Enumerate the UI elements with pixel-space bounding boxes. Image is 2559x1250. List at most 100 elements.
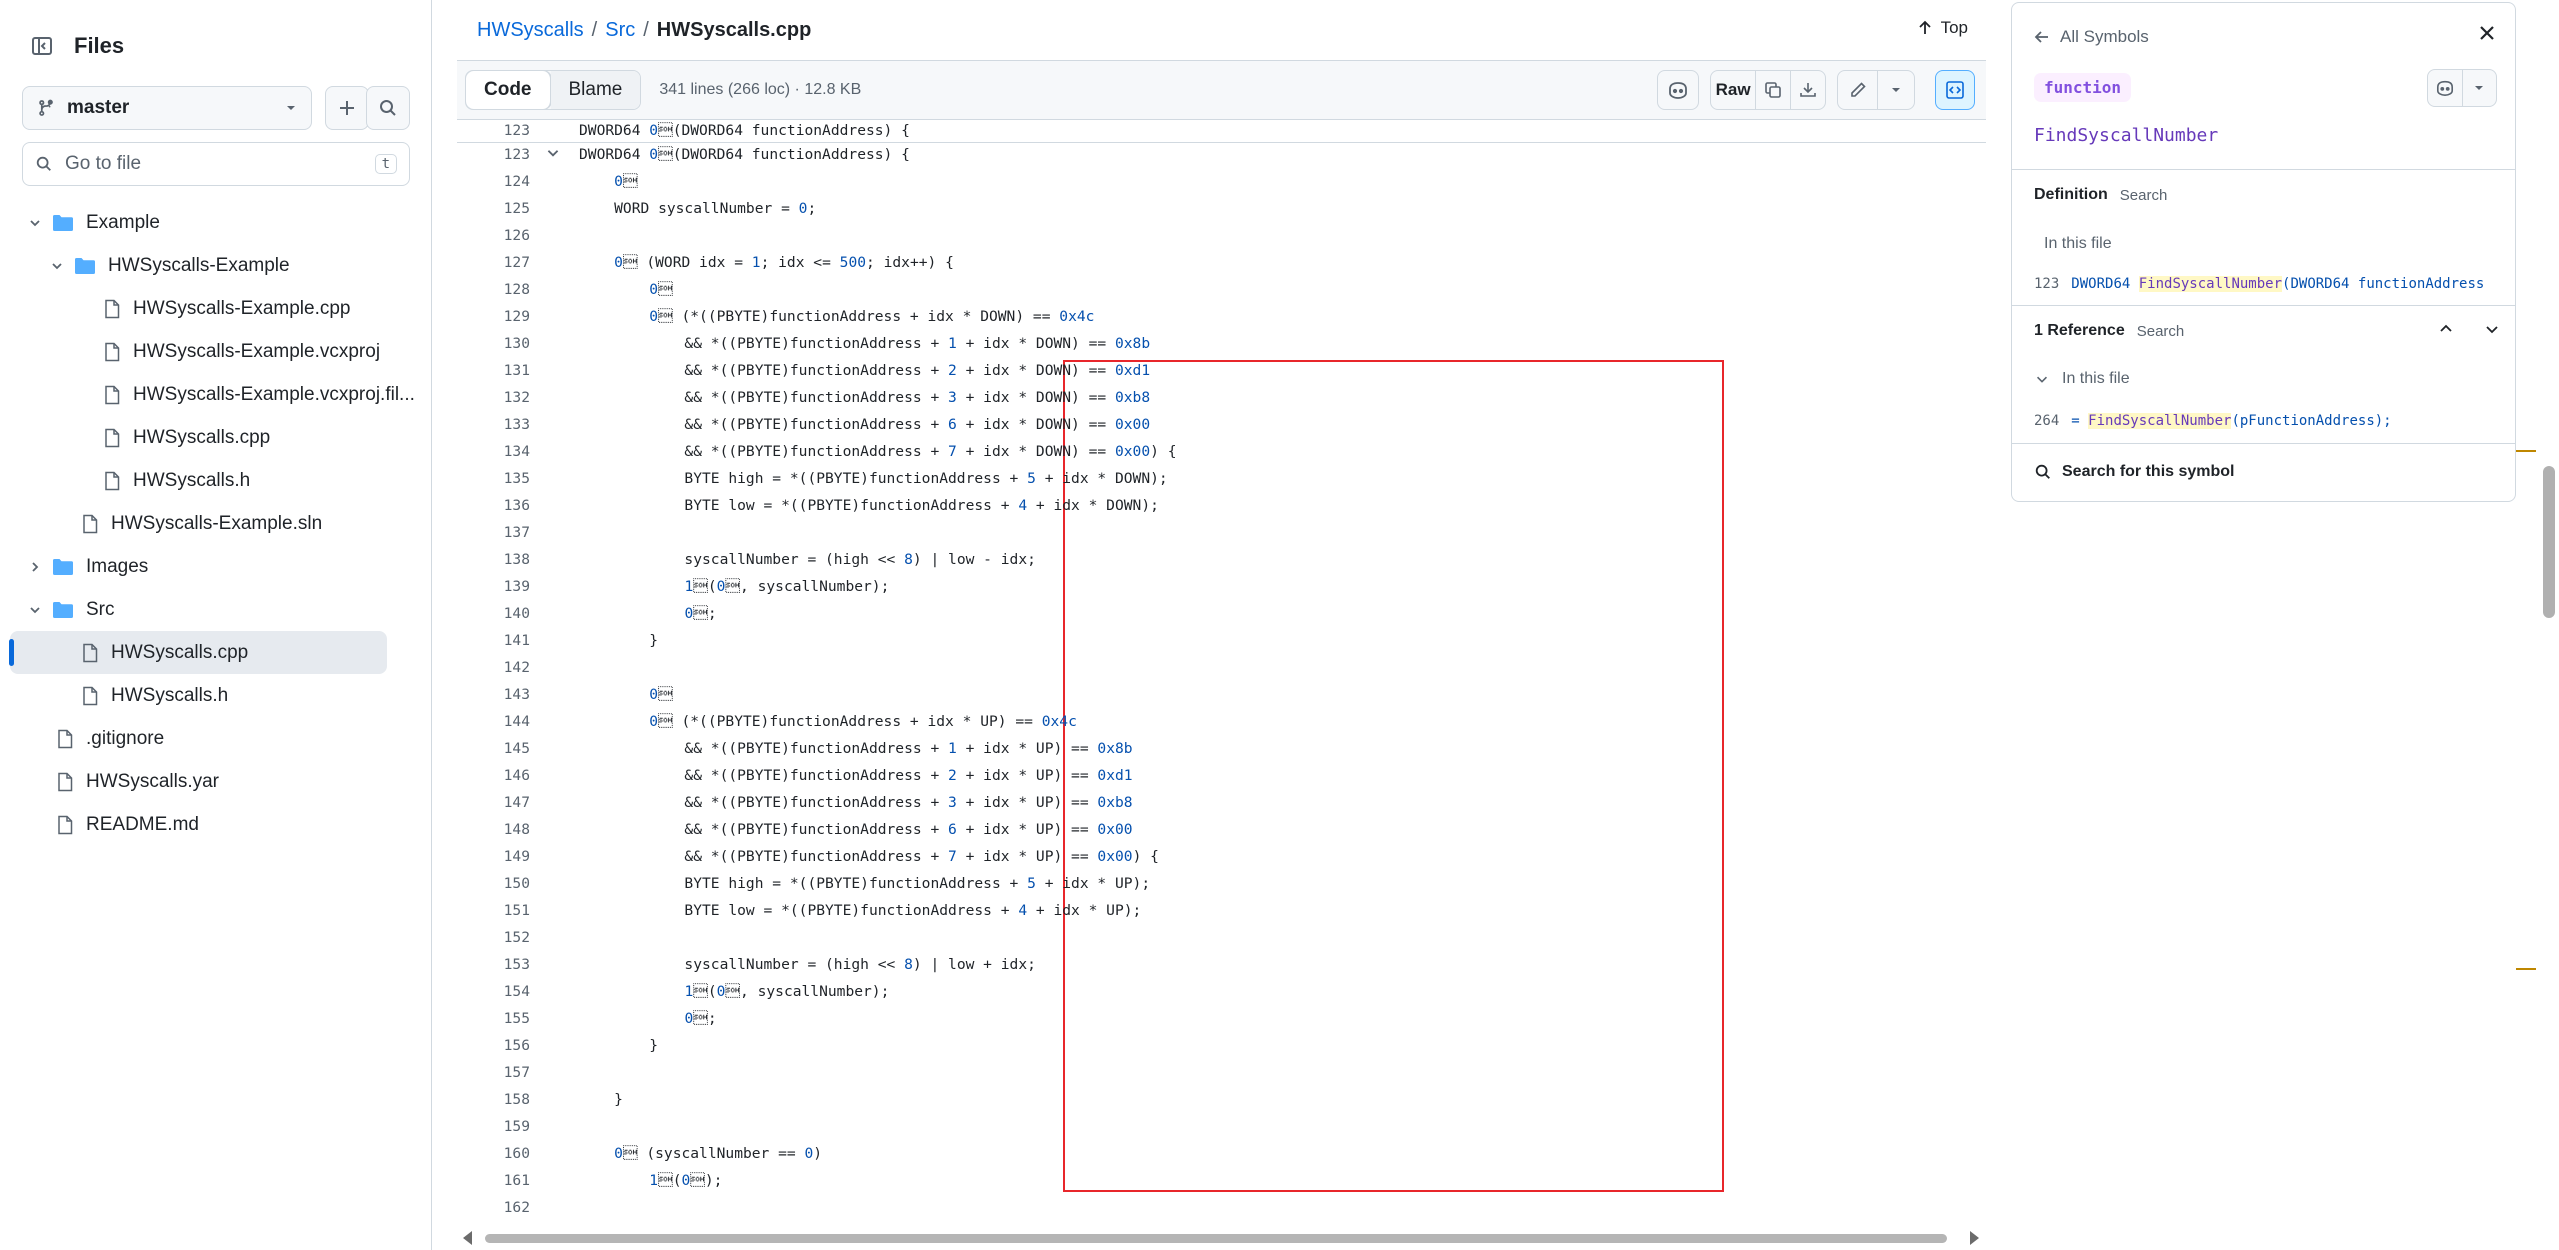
line-number[interactable]: 146 [457, 762, 530, 789]
line-number[interactable]: 140 [457, 600, 530, 627]
line-number[interactable]: 135 [457, 465, 530, 492]
code-line[interactable]: 157 [457, 1059, 1986, 1086]
next-reference-button[interactable] [2483, 320, 2501, 338]
code-line[interactable]: 136 BYTE low = *((PBYTE)functionAddress … [457, 492, 1986, 519]
copy-raw-button[interactable] [1756, 71, 1791, 109]
horizontal-scrollbar[interactable] [457, 1227, 1986, 1250]
line-number[interactable]: 162 [457, 1194, 530, 1221]
code-line[interactable]: 125 WORD syscallNumber = 0; [457, 195, 1986, 222]
all-symbols-link[interactable]: All Symbols [2034, 27, 2149, 47]
top-button[interactable]: Top [1917, 18, 1968, 38]
branch-selector[interactable]: master [22, 86, 312, 130]
chevron-down-icon[interactable] [25, 600, 45, 620]
reference-ref[interactable]: 264 = FindSyscallNumber(pFunctionAddress)… [2034, 413, 2392, 429]
code-line[interactable]: 143 0 [457, 681, 1986, 708]
collapse-sidebar-button[interactable] [22, 26, 62, 66]
line-number[interactable]: 127 [457, 249, 530, 276]
edit-options-button[interactable] [1878, 71, 1914, 109]
chevron-right-icon[interactable] [25, 557, 45, 577]
add-file-button[interactable] [325, 86, 369, 130]
code-line[interactable]: 126 [457, 222, 1986, 249]
code-line[interactable]: 131 && *((PBYTE)functionAddress + 2 + id… [457, 357, 1986, 384]
go-to-file-input[interactable] [65, 153, 375, 175]
code-line[interactable]: 155 0; [457, 1005, 1986, 1032]
symbols-panel-toggle[interactable] [1935, 70, 1975, 110]
tree-file[interactable]: README.md [10, 803, 422, 846]
line-number[interactable]: 136 [457, 492, 530, 519]
code-line[interactable]: 144 0 (*((PBYTE)functionAddress + idx *… [457, 708, 1986, 735]
code-line[interactable]: 137 [457, 519, 1986, 546]
line-number[interactable]: 141 [457, 627, 530, 654]
line-number[interactable]: 158 [457, 1086, 530, 1113]
line-number[interactable]: 157 [457, 1059, 530, 1086]
line-number[interactable]: 161 [457, 1167, 530, 1194]
code-line[interactable]: 128 0 [457, 276, 1986, 303]
code-line[interactable]: 156 } [457, 1032, 1986, 1059]
tree-folder[interactable]: Example [10, 201, 422, 244]
breadcrumb-folder-link[interactable]: Src [605, 19, 635, 42]
line-number[interactable]: 123 [457, 141, 530, 168]
copilot-dropdown-button[interactable] [2463, 70, 2497, 106]
code-line[interactable]: 145 && *((PBYTE)functionAddress + 1 + id… [457, 735, 1986, 762]
code-line[interactable]: 154 1(0, syscallNumber); [457, 978, 1986, 1005]
scroll-right-arrow-icon[interactable] [1970, 1231, 1979, 1245]
line-number[interactable]: 142 [457, 654, 530, 681]
code-line[interactable]: 124 0 [457, 168, 1986, 195]
breadcrumb-repo-link[interactable]: HWSyscalls [477, 19, 584, 42]
references-search-link[interactable]: Search [2137, 323, 2185, 340]
line-number[interactable]: 150 [457, 870, 530, 897]
copilot-button[interactable] [1657, 70, 1699, 110]
code-line[interactable]: 151 BYTE low = *((PBYTE)functionAddress … [457, 897, 1986, 924]
line-number[interactable]: 160 [457, 1140, 530, 1167]
collapse-chevron-icon[interactable] [545, 145, 561, 161]
line-number[interactable]: 126 [457, 222, 530, 249]
tree-file[interactable]: HWSyscalls.cpp [10, 416, 422, 459]
line-number[interactable]: 134 [457, 438, 530, 465]
code-line[interactable]: 141 } [457, 627, 1986, 654]
code-line[interactable]: 162 [457, 1194, 1986, 1221]
line-number[interactable]: 155 [457, 1005, 530, 1032]
line-number[interactable]: 128 [457, 276, 530, 303]
code-line[interactable]: 149 && *((PBYTE)functionAddress + 7 + id… [457, 843, 1986, 870]
code-line[interactable]: 159 [457, 1113, 1986, 1140]
close-panel-button[interactable] [2477, 23, 2497, 43]
tree-file[interactable]: .gitignore [10, 717, 422, 760]
line-number[interactable]: 144 [457, 708, 530, 735]
tree-file[interactable]: HWSyscalls.yar [10, 760, 422, 803]
code-line[interactable]: 129 0 (*((PBYTE)functionAddress + idx *… [457, 303, 1986, 330]
sticky-scope-line[interactable]: 123 DWORD64 0(DWORD64 functionAddress) { [457, 121, 1986, 143]
code-line[interactable]: 123 DWORD64 0(DWORD64 functionAddress) { [457, 141, 1986, 168]
line-number[interactable]: 149 [457, 843, 530, 870]
search-files-button[interactable] [366, 86, 410, 130]
line-number[interactable]: 154 [457, 978, 530, 1005]
tree-file[interactable]: HWSyscalls.h [10, 459, 422, 502]
search-for-symbol-button[interactable]: Search for this symbol [2034, 463, 2235, 481]
tree-file[interactable]: HWSyscalls.cpp [9, 631, 387, 674]
code-line[interactable]: 147 && *((PBYTE)functionAddress + 3 + id… [457, 789, 1986, 816]
line-number[interactable]: 143 [457, 681, 530, 708]
line-number[interactable]: 145 [457, 735, 530, 762]
line-number[interactable]: 133 [457, 411, 530, 438]
line-number[interactable]: 130 [457, 330, 530, 357]
code-line[interactable]: 138 syscallNumber = (high << 8) | low - … [457, 546, 1986, 573]
copilot-symbol-button[interactable] [2428, 70, 2463, 106]
code-line[interactable]: 152 [457, 924, 1986, 951]
code-line[interactable]: 140 0; [457, 600, 1986, 627]
chevron-down-icon[interactable] [25, 213, 45, 233]
code-line[interactable]: 139 1(0, syscallNumber); [457, 573, 1986, 600]
line-number[interactable]: 153 [457, 951, 530, 978]
code-line[interactable]: 150 BYTE high = *((PBYTE)functionAddress… [457, 870, 1986, 897]
tree-file[interactable]: HWSyscalls-Example.cpp [10, 287, 422, 330]
code-line[interactable]: 134 && *((PBYTE)functionAddress + 7 + id… [457, 438, 1986, 465]
line-number[interactable]: 151 [457, 897, 530, 924]
line-number[interactable]: 124 [457, 168, 530, 195]
tree-folder[interactable]: Images [10, 545, 422, 588]
edit-file-button[interactable] [1838, 71, 1878, 109]
tree-file[interactable]: HWSyscalls-Example.vcxproj.fil... [10, 373, 422, 416]
tree-folder[interactable]: Src [10, 588, 422, 631]
vertical-scrollbar[interactable] [2539, 0, 2559, 1250]
scrollbar-thumb[interactable] [2543, 466, 2555, 618]
reference-file-group[interactable]: In this file [2034, 370, 2130, 388]
code-line[interactable]: 132 && *((PBYTE)functionAddress + 3 + id… [457, 384, 1986, 411]
raw-button[interactable]: Raw [1711, 71, 1757, 109]
